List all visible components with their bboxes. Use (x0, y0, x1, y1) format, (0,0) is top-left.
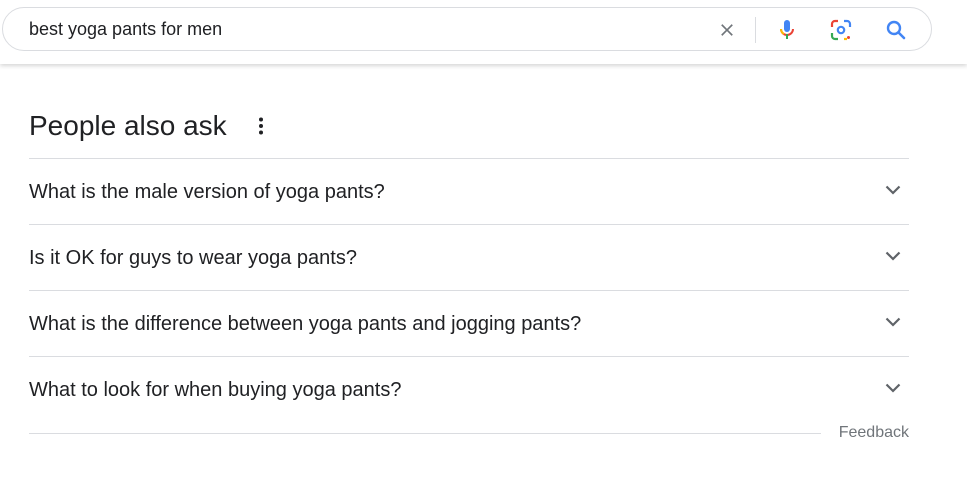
search-box[interactable] (2, 7, 932, 51)
question-text: Is it OK for guys to wear yoga pants? (29, 246, 357, 269)
more-vert-icon (258, 117, 263, 135)
search-button[interactable] (882, 16, 910, 44)
question-item[interactable]: Is it OK for guys to wear yoga pants? (29, 225, 909, 291)
chevron-down-icon (883, 246, 903, 266)
footer-divider (29, 433, 821, 434)
chevron-down-icon (883, 180, 903, 200)
section-title: People also ask (29, 110, 227, 141)
chevron-down-icon (883, 378, 903, 398)
question-item[interactable]: What to look for when buying yoga pants? (29, 357, 909, 422)
top-search-bar (0, 0, 967, 64)
voice-search-button[interactable] (773, 16, 801, 44)
lens-icon (830, 19, 852, 41)
people-also-ask-section: People also ask What is the male version… (29, 106, 909, 452)
feedback-link[interactable]: Feedback (839, 422, 909, 444)
more-options-button[interactable] (249, 114, 273, 138)
section-footer: Feedback (29, 422, 909, 452)
question-text: What is the male version of yoga pants? (29, 180, 385, 203)
chevron-down-icon (883, 312, 903, 332)
question-text: What to look for when buying yoga pants? (29, 378, 402, 401)
clear-search-button[interactable] (713, 16, 741, 44)
search-icon (886, 20, 906, 40)
question-item[interactable]: What is the male version of yoga pants? (29, 159, 909, 225)
question-text: What is the difference between yoga pant… (29, 312, 582, 335)
search-divider (755, 17, 756, 43)
question-item[interactable]: What is the difference between yoga pant… (29, 291, 909, 357)
search-input[interactable] (29, 8, 669, 50)
question-list: What is the male version of yoga pants? … (29, 158, 909, 422)
mic-icon (780, 20, 794, 39)
close-icon (721, 24, 733, 36)
people-also-ask-header: People also ask (29, 106, 909, 158)
lens-search-button[interactable] (827, 16, 855, 44)
